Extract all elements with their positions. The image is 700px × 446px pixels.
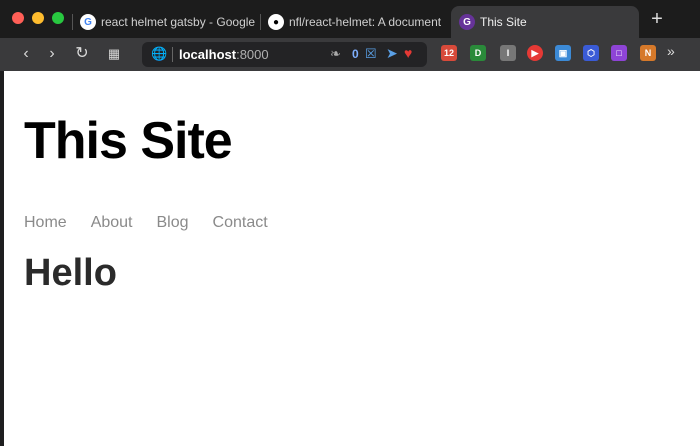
extension-play-icon[interactable]: ▶ [527, 45, 543, 61]
extension-hex-icon[interactable]: ⬡ [583, 45, 599, 61]
tab-this-site[interactable]: G This Site [451, 6, 639, 38]
address-bar[interactable]: 🌐 localhost:8000 ❧ 0 ☒ ➤ ♥ [142, 42, 427, 67]
zoom-window-button[interactable] [52, 12, 64, 24]
extension-counter[interactable]: 0 [352, 47, 359, 61]
github-icon: ● [268, 14, 284, 30]
tab-google-search[interactable]: G react helmet gatsby - Google [72, 6, 258, 38]
nav-link-blog[interactable]: Blog [157, 214, 189, 232]
tab-label: This Site [480, 15, 527, 29]
globe-icon: 🌐 [151, 46, 168, 61]
google-icon: G [80, 14, 96, 30]
site-nav: Home About Blog Contact [24, 214, 268, 232]
address-host: localhost [179, 47, 237, 62]
leaf-icon[interactable]: ❧ [330, 46, 341, 62]
extension-n-icon[interactable]: N [640, 45, 656, 61]
heart-icon[interactable]: ♥ [404, 45, 412, 61]
extension-12-icon[interactable]: 12 [441, 45, 457, 61]
send-icon[interactable]: ➤ [386, 45, 398, 62]
nav-link-contact[interactable]: Contact [213, 214, 268, 232]
address-text: localhost:8000 [179, 47, 269, 62]
address-port: :8000 [236, 47, 269, 62]
page-viewport: This Site Home About Blog Contact Hello [4, 71, 700, 446]
back-button[interactable]: ‹ [14, 42, 38, 66]
site-title[interactable]: This Site [24, 111, 233, 171]
close-window-button[interactable] [12, 12, 24, 24]
extension-i-icon[interactable]: I [500, 45, 516, 61]
new-tab-button[interactable]: + [647, 8, 667, 32]
minimize-window-button[interactable] [32, 12, 44, 24]
gatsby-icon: G [459, 14, 475, 30]
tab-label: react helmet gatsby - Google [101, 15, 256, 29]
extension-d-icon[interactable]: D [470, 45, 486, 61]
extension-save-icon[interactable]: ▣ [555, 45, 571, 61]
tab-label: nfl/react-helmet: A document [289, 15, 442, 29]
extension-square-icon[interactable]: □ [611, 45, 627, 61]
extensions-overflow-icon[interactable]: » [667, 43, 675, 59]
reload-button[interactable]: ↻ [70, 42, 94, 66]
tab-grid-button[interactable]: ▦ [102, 42, 126, 66]
window-titlebar: G react helmet gatsby - Google ● nfl/rea… [0, 0, 700, 38]
shield-icon[interactable]: ☒ [365, 46, 377, 62]
forward-button[interactable]: › [40, 42, 64, 66]
address-divider [172, 47, 173, 62]
page-heading: Hello [24, 252, 117, 294]
nav-link-about[interactable]: About [91, 214, 133, 232]
tab-github-react-helmet[interactable]: ● nfl/react-helmet: A document [260, 6, 446, 38]
nav-link-home[interactable]: Home [24, 214, 67, 232]
